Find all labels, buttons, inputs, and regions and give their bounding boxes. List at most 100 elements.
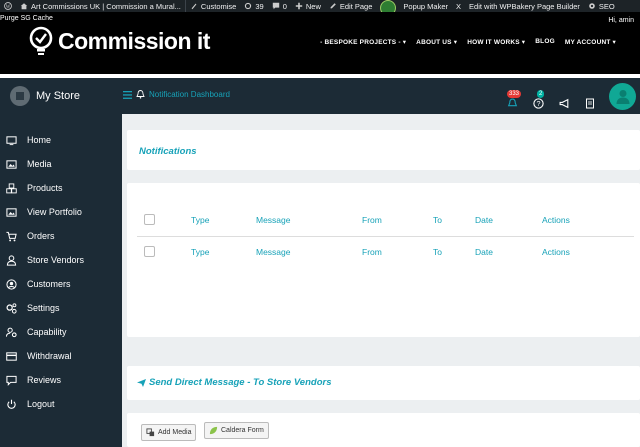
select-all-footer-checkbox[interactable] [144,246,155,257]
user-avatar[interactable] [609,82,636,110]
store-sidebar: Home Media Products View Portfolio Order… [0,114,122,447]
column-header-message[interactable]: Message [256,215,291,225]
nav-bespoke-projects[interactable]: - BESPOKE PROJECTS - ▾ [320,38,406,46]
notifications-header-card: Notifications [127,130,640,170]
home-icon [20,3,28,10]
announcements-button[interactable] [557,96,571,110]
sidebar-item-label: Customers [27,279,71,289]
user-circle-icon [6,278,17,290]
close-x-label: X [456,1,462,11]
nav-my-account[interactable]: MY ACCOUNT ▾ [565,38,616,46]
media-icon [146,428,155,437]
page-title: Notifications [139,146,197,157]
sidebar-item-media[interactable]: Media [0,152,122,176]
sidebar-item-label: Logout [27,399,55,409]
new-label: New [305,1,321,11]
knowledgebase-button[interactable] [583,96,597,110]
caldera-form-button[interactable]: Caldera Form [204,422,269,439]
notifications-button[interactable]: 333 [505,90,522,110]
leaf-icon [209,426,218,435]
site-name-link[interactable]: Art Commissions UK | Commission a Mural.… [16,0,185,12]
site-header: Purge SG Cache Hi, amin Commission it - … [0,12,640,74]
main-content: Notifications Type Message From To Date … [122,114,640,447]
store-link[interactable]: My Store [10,86,80,106]
menu-icon [123,90,132,99]
bell-icon [136,90,145,99]
brush-icon [191,3,197,10]
sidebar-item-reviews[interactable]: Reviews [0,368,122,392]
help-button[interactable]: ? 2 [531,90,545,110]
sidebar-item-store-vendors[interactable]: Store Vendors [0,248,122,272]
edit-page-label: Edit Page [339,1,373,11]
notification-dashboard-link[interactable]: Notification Dashboard [123,90,230,99]
nav-about-us[interactable]: ABOUT US ▾ [416,38,457,46]
select-all-checkbox[interactable] [144,214,155,225]
lightbulb-logo-icon [29,26,53,55]
seo-label: SEO [598,1,615,11]
notifications-table-card: Type Message From To Date Actions Type M… [127,183,640,337]
message-editor-card: Add Media Caldera Form [127,413,640,447]
nav-blog[interactable]: BLOG [535,38,555,46]
new-content-link[interactable]: New [291,0,325,12]
footer-header-type[interactable]: Type [191,247,209,257]
plus-icon [295,2,303,10]
site-name: Art Commissions UK | Commission a Mural.… [31,1,181,11]
sidebar-item-view-portfolio[interactable]: View Portfolio [0,200,122,224]
topbar-icons: 333 ? 2 [505,82,636,110]
cart-icon [6,231,17,241]
user-greeting[interactable]: Hi, amin [608,17,634,24]
wpbakery-link[interactable]: Edit with WPBakery Page Builder [465,0,584,12]
site-logo[interactable]: Commission it [28,26,210,56]
sidebar-item-label: Capability [27,327,67,337]
footer-header-from[interactable]: From [362,247,382,257]
column-header-to[interactable]: To [433,215,442,225]
gears-icon [6,302,17,314]
sidebar-item-capability[interactable]: Capability [0,320,122,344]
footer-header-message[interactable]: Message [256,247,291,257]
popup-maker-link[interactable]: Popup Maker [376,0,452,12]
footer-header-date[interactable]: Date [475,247,493,257]
user-cog-icon [6,327,17,337]
svg-text:W: W [6,5,11,10]
comments-link[interactable]: 0 [268,0,291,12]
comment-icon [272,2,279,10]
footer-header-to[interactable]: To [433,247,442,257]
sidebar-item-products[interactable]: Products [0,176,122,200]
updates-link[interactable]: 39 [240,0,267,12]
popup-maker-icon [380,0,397,12]
user-icon [6,254,17,266]
main-nav: - BESPOKE PROJECTS - ▾ ABOUT US ▾ HOW IT… [320,38,616,46]
sidebar-item-withdrawal[interactable]: Withdrawal [0,344,122,368]
edit-page-link[interactable]: Edit Page [325,0,377,12]
seo-link[interactable]: SEO [584,0,619,12]
comments-count: 0 [282,1,287,11]
customise-label: Customise [200,1,237,11]
column-header-date[interactable]: Date [475,215,493,225]
bell-icon [507,98,517,106]
add-media-label: Add Media [158,429,192,436]
wp-admin-bar: W Art Commissions UK | Commission a Mura… [0,0,640,12]
column-header-from[interactable]: From [362,215,382,225]
sidebar-item-label: Reviews [27,375,62,385]
nav-how-it-works[interactable]: HOW IT WORKS ▾ [467,38,525,46]
cubes-icon [6,182,17,193]
logo-text: Commission it [58,27,210,54]
column-header-type[interactable]: Type [191,215,209,225]
sidebar-item-customers[interactable]: Customers [0,272,122,296]
wpbakery-label: Edit with WPBakery Page Builder [469,1,580,11]
sidebar-item-home[interactable]: Home [0,128,122,152]
customise-link[interactable]: Customise [186,0,240,12]
add-media-button[interactable]: Add Media [141,424,197,441]
wp-logo-icon[interactable]: W [0,0,16,12]
sidebar-item-orders[interactable]: Orders [0,224,122,248]
sidebar-item-logout[interactable]: Logout [0,392,122,416]
store-topbar: My Store Notification Dashboard 333 ? 2 [0,78,640,114]
sidebar-item-settings[interactable]: Settings [0,296,122,320]
close-x[interactable]: X [452,0,465,12]
purge-cache-link[interactable]: Purge SG Cache [0,15,53,22]
store-name: My Store [36,90,81,102]
footer-header-actions: Actions [542,247,570,257]
monitor-icon [6,135,17,145]
sidebar-item-label: Orders [27,231,55,241]
megaphone-icon [559,98,568,108]
